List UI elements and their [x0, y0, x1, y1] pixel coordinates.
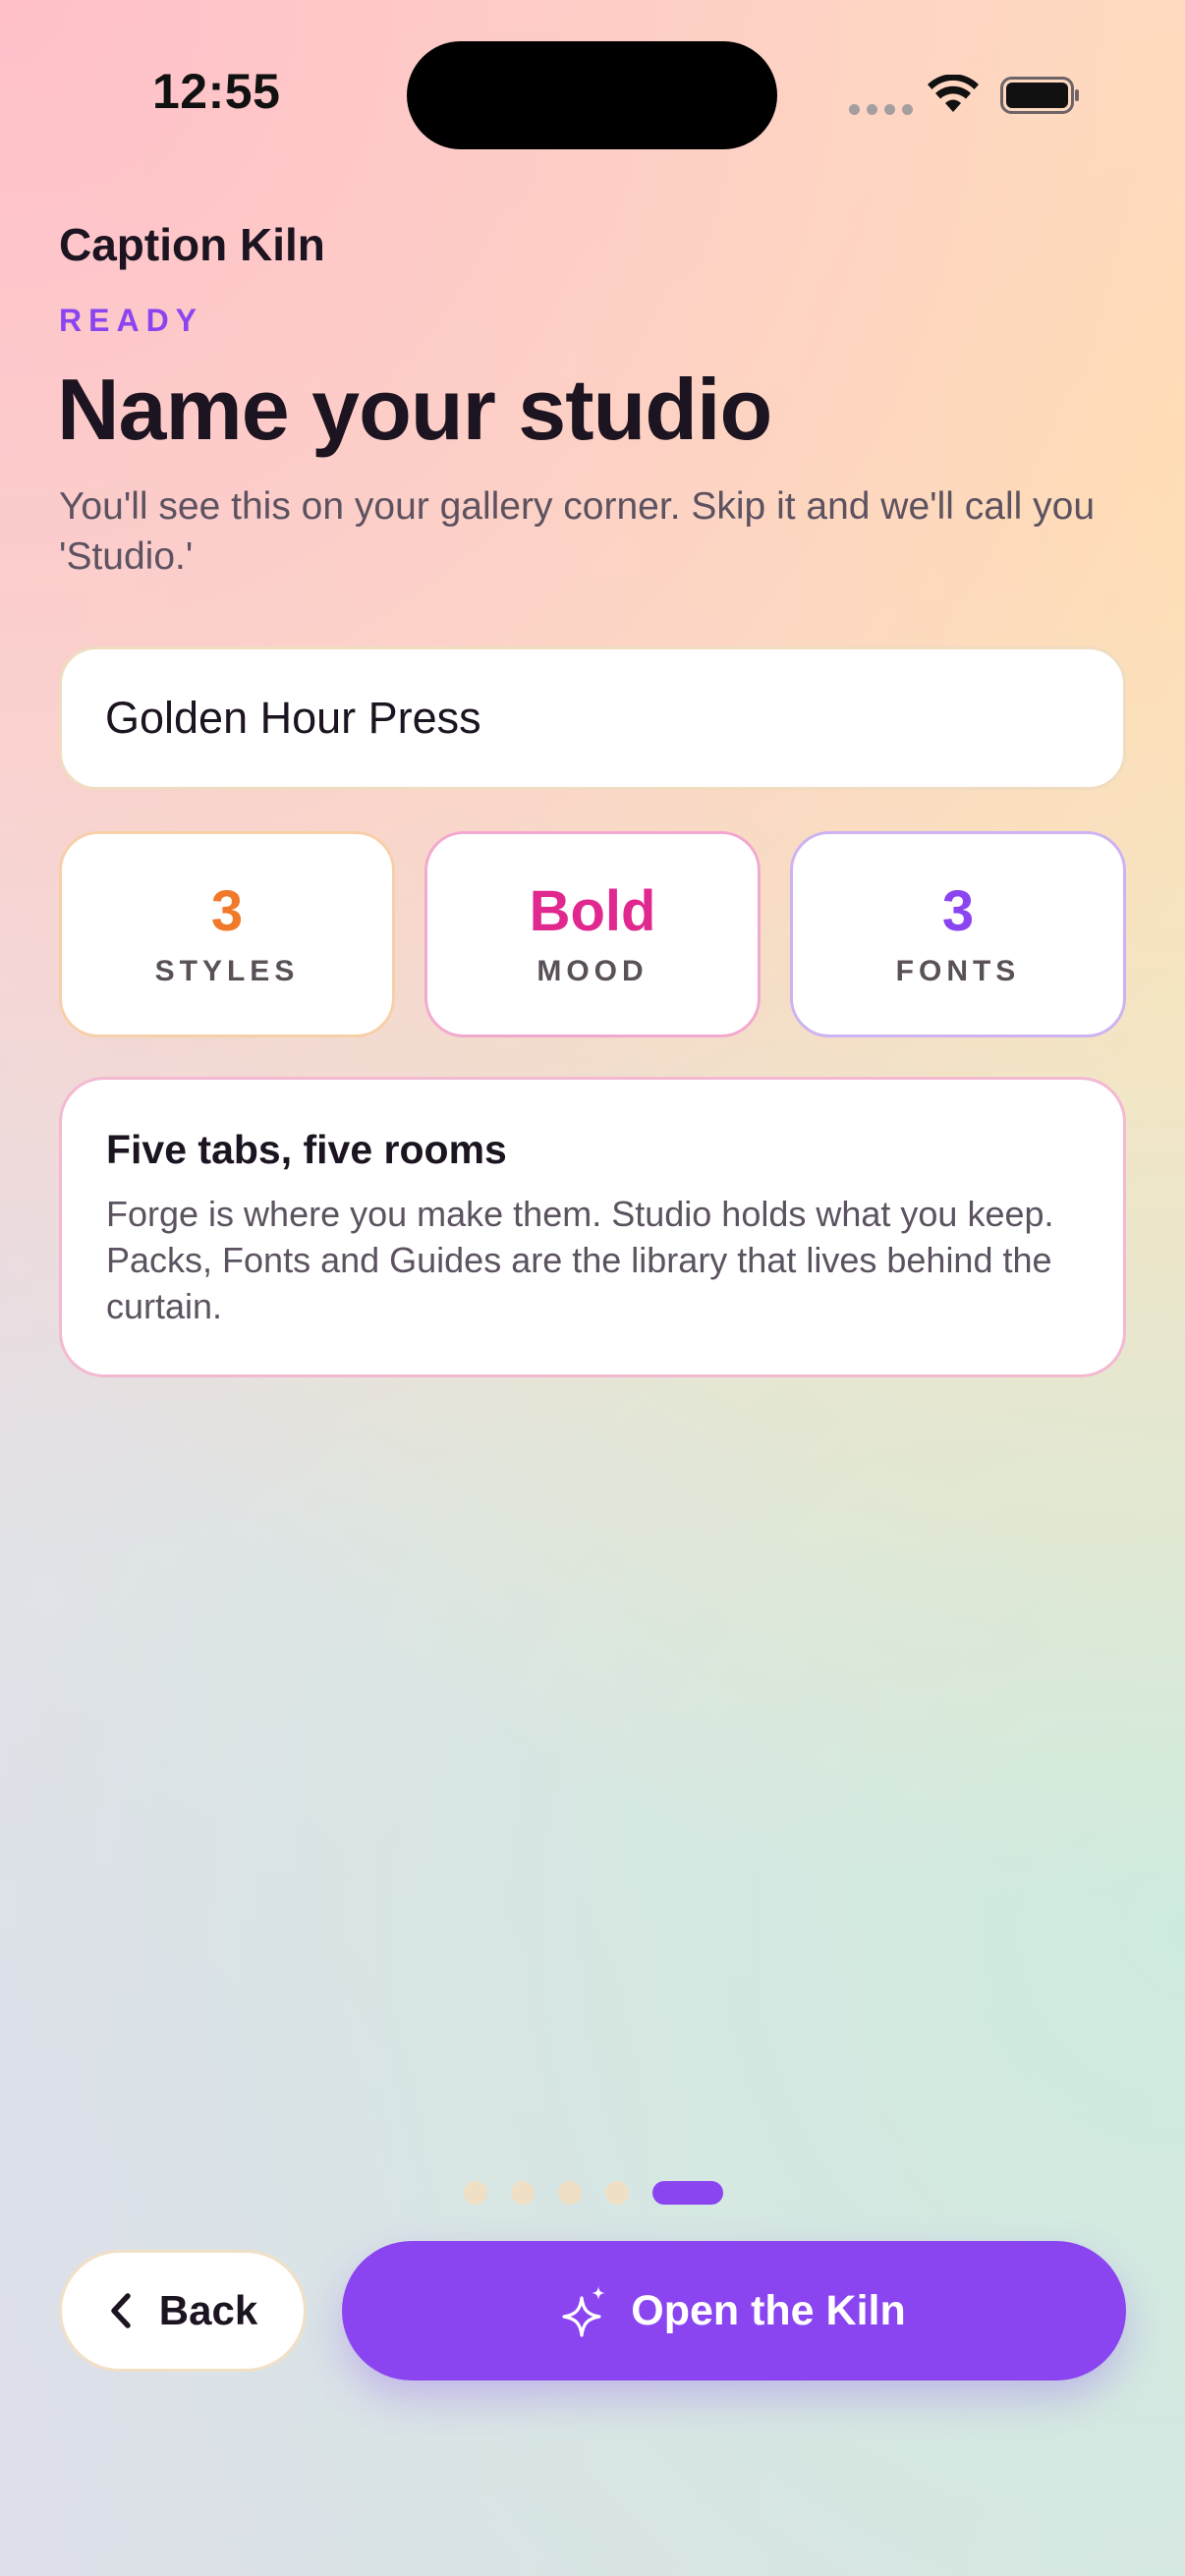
stat-card-mood: Bold MOOD	[424, 831, 761, 1037]
page-indicator	[464, 2181, 723, 2205]
page-dot	[558, 2181, 582, 2205]
back-button[interactable]: Back	[59, 2250, 307, 2372]
studio-name-input[interactable]	[59, 646, 1126, 790]
stat-value: 3	[210, 879, 244, 943]
status-bar: 12:55	[0, 0, 1185, 196]
sparkle-icon	[562, 2286, 606, 2337]
stat-label: FONTS	[895, 955, 1021, 987]
chevron-left-icon	[111, 2293, 131, 2328]
stat-value: 3	[941, 879, 975, 943]
page-dot	[464, 2181, 487, 2205]
stat-value: Bold	[529, 879, 656, 943]
page-dot	[605, 2181, 629, 2205]
open-kiln-button-label: Open the Kiln	[631, 2286, 906, 2334]
open-kiln-button[interactable]: Open the Kiln	[342, 2241, 1126, 2380]
info-card-title: Five tabs, five rooms	[106, 1127, 507, 1172]
page-title: Name your studio	[57, 361, 772, 458]
page-subtitle: You'll see this on your gallery corner. …	[59, 485, 1096, 578]
page-dot-active	[652, 2181, 723, 2205]
cellular-signal-icon	[849, 104, 913, 115]
info-card: Five tabs, five rooms Forge is where you…	[59, 1077, 1126, 1377]
stat-card-fonts: 3 FONTS	[790, 831, 1126, 1037]
page-dot	[511, 2181, 535, 2205]
stat-card-styles: 3 STYLES	[59, 831, 395, 1037]
stat-label: MOOD	[536, 955, 649, 987]
step-label: READY	[59, 303, 204, 338]
dynamic-island	[407, 41, 777, 149]
wifi-icon	[928, 75, 979, 112]
status-time: 12:55	[152, 64, 281, 119]
back-button-label: Back	[158, 2287, 258, 2333]
info-card-body: Forge is where you make them. Studio hol…	[106, 1194, 1054, 1326]
battery-icon	[1000, 77, 1079, 114]
app-title: Caption Kiln	[59, 219, 325, 270]
stat-label: STYLES	[154, 955, 300, 987]
